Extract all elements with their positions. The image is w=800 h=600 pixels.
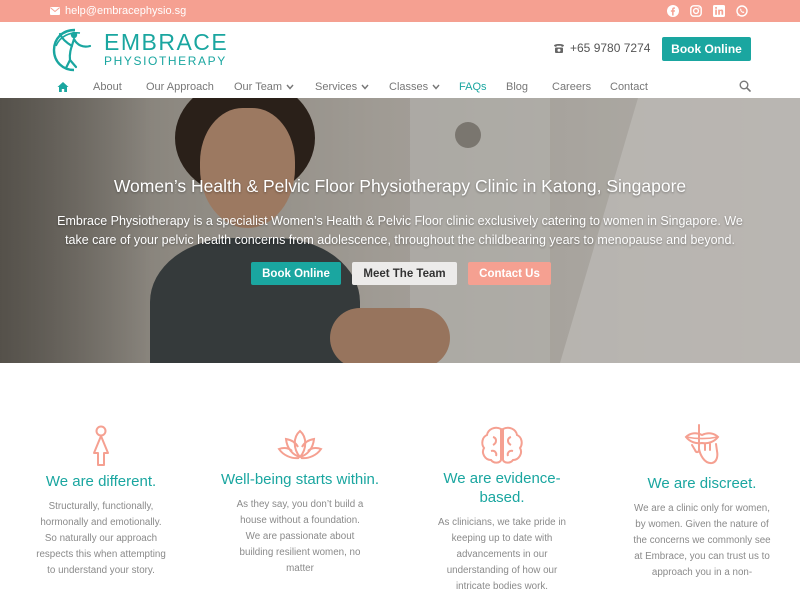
nav-label: About bbox=[93, 81, 122, 93]
hero-title: Women’s Health & Pelvic Floor Physiother… bbox=[113, 176, 687, 196]
nav-label: Our Team bbox=[234, 81, 283, 93]
logo-mark-icon bbox=[52, 28, 92, 72]
feature-text: We are a clinic only for women, by women… bbox=[633, 503, 771, 578]
nav-faqs[interactable]: FAQs bbox=[459, 81, 487, 93]
feature-wellbeing: Well-being starts within. As they say, y… bbox=[215, 427, 385, 577]
logo-line-2: PHYSIOTHERAPY bbox=[104, 54, 227, 68]
feature-discreet: We are discreet. We are a clinic only fo… bbox=[617, 423, 787, 581]
contact-us-button[interactable]: Contact Us bbox=[468, 262, 551, 285]
chevron-down-icon bbox=[361, 84, 369, 90]
social-links bbox=[667, 5, 748, 17]
nav-blog[interactable]: Blog bbox=[506, 81, 528, 93]
feature-title: We are evidence-based. bbox=[443, 470, 561, 506]
feature-evidence: We are evidence-based. As clinicians, we… bbox=[417, 425, 587, 595]
main-nav: About Our Approach Our Team Services Cla… bbox=[0, 77, 800, 99]
linkedin-icon[interactable] bbox=[713, 5, 725, 17]
feature-title: We are discreet. bbox=[647, 475, 757, 492]
woman-icon bbox=[93, 425, 109, 466]
feature-different: We are different. Structurally, function… bbox=[16, 425, 186, 579]
top-bar: help@embracephysio.sg bbox=[0, 0, 800, 22]
nav-our-team[interactable]: Our Team bbox=[234, 81, 294, 93]
shush-icon bbox=[684, 424, 720, 465]
nav-services[interactable]: Services bbox=[315, 81, 369, 93]
email-text: help@embracephysio.sg bbox=[65, 5, 187, 17]
nav-label: FAQs bbox=[459, 81, 487, 93]
nav-contact[interactable]: Contact bbox=[610, 81, 648, 93]
brain-icon bbox=[481, 426, 523, 464]
phone-link[interactable]: +65 9780 7274 bbox=[553, 41, 650, 55]
nav-careers[interactable]: Careers bbox=[552, 81, 591, 93]
feature-text: Structurally, functionally, hormonally a… bbox=[36, 501, 166, 576]
email-link[interactable]: help@embracephysio.sg bbox=[50, 5, 186, 17]
logo-line-1: EMBRACE bbox=[104, 29, 229, 55]
logo[interactable]: EMBRACE PHYSIOTHERAPY bbox=[50, 26, 228, 72]
book-online-button[interactable]: Book Online bbox=[662, 37, 751, 61]
hero-book-online-button[interactable]: Book Online bbox=[251, 262, 341, 285]
nav-label: Services bbox=[315, 81, 358, 93]
site-header: EMBRACE PHYSIOTHERAPY +65 9780 7274 Book… bbox=[0, 22, 800, 77]
nav-label: Contact bbox=[610, 81, 648, 93]
phone-number: +65 9780 7274 bbox=[570, 41, 651, 55]
feature-text: As they say, you don’t build a house wit… bbox=[236, 499, 364, 574]
lotus-icon bbox=[277, 429, 323, 460]
home-icon[interactable] bbox=[57, 81, 69, 93]
instagram-icon[interactable] bbox=[690, 5, 702, 17]
nav-label: Classes bbox=[389, 81, 429, 93]
phone-icon bbox=[554, 43, 564, 53]
meet-the-team-button[interactable]: Meet The Team bbox=[352, 262, 457, 285]
envelope-icon bbox=[50, 7, 60, 15]
chevron-down-icon bbox=[286, 84, 294, 90]
nav-label: Blog bbox=[506, 81, 529, 93]
facebook-icon[interactable] bbox=[667, 5, 679, 17]
chevron-down-icon bbox=[432, 84, 440, 90]
feature-text: As clinicians, we take pride in keeping … bbox=[438, 517, 566, 592]
hero-banner: Women’s Health & Pelvic Floor Physiother… bbox=[0, 98, 800, 363]
feature-title: Well-being starts within. bbox=[220, 471, 380, 488]
whatsapp-icon[interactable] bbox=[736, 5, 748, 17]
nav-label: Careers bbox=[552, 81, 592, 93]
feature-title: We are different. bbox=[45, 473, 157, 490]
nav-classes[interactable]: Classes bbox=[389, 81, 440, 93]
hero-description: Embrace Physiotherapy is a specialist Wo… bbox=[57, 214, 743, 247]
nav-our-approach[interactable]: Our Approach bbox=[146, 81, 214, 93]
search-icon[interactable] bbox=[739, 80, 751, 92]
nav-label: Our Approach bbox=[146, 81, 214, 93]
features-section: We are different. Structurally, function… bbox=[0, 363, 800, 600]
nav-about[interactable]: About bbox=[93, 81, 122, 93]
